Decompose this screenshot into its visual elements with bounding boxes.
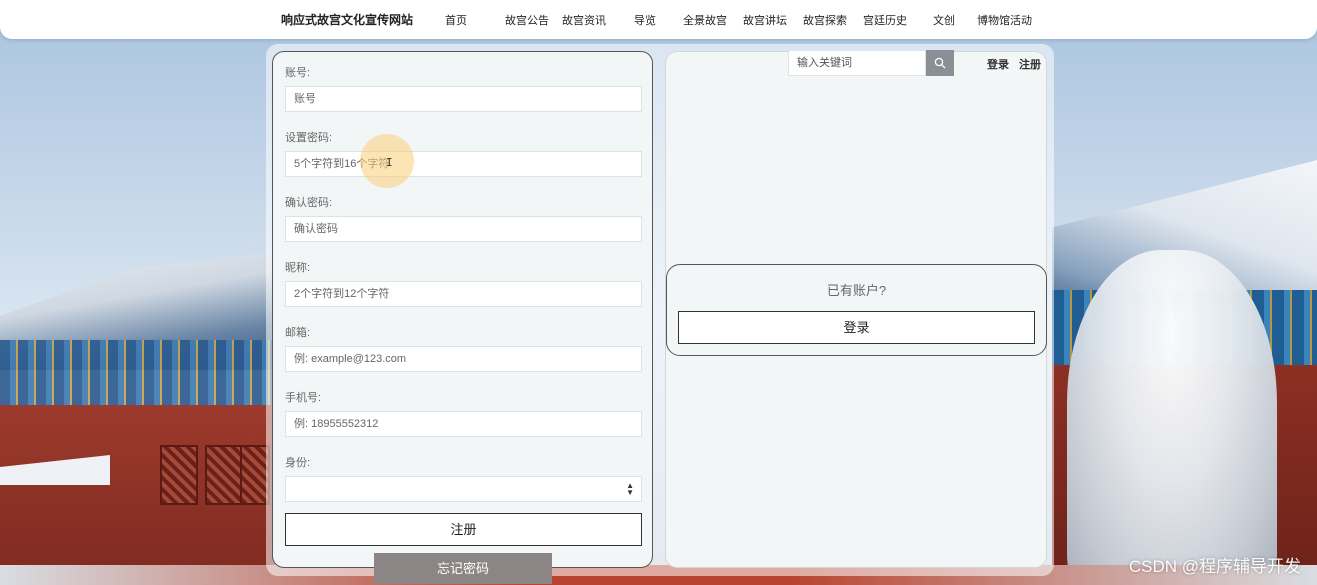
search-bar	[788, 50, 954, 76]
email-input[interactable]	[285, 346, 642, 372]
palace-window	[205, 445, 243, 505]
nav-item-activities[interactable]: 博物馆活动	[977, 12, 1032, 28]
csdn-watermark: CSDN @程序辅导开发	[1128, 557, 1301, 576]
snow-pillar	[1067, 250, 1277, 585]
login-card: 已有账户? 登录	[666, 264, 1047, 356]
nav-item-lectures[interactable]: 故宫讲坛	[743, 12, 787, 28]
top-navbar: 响应式故宫文化宣传网站 首页 故宫公告 故宫资讯 导览 全景故宫 故宫讲坛 故宫…	[0, 0, 1317, 39]
have-account-text: 已有账户?	[826, 283, 887, 298]
top-register-link[interactable]: 注册	[1019, 56, 1041, 72]
nav-item-history[interactable]: 宫廷历史	[863, 12, 907, 28]
password-label: 设置密码:	[285, 132, 333, 144]
confirm-password-label: 确认密码:	[285, 197, 333, 209]
nav-item-guide[interactable]: 导览	[634, 12, 656, 28]
email-label: 邮箱:	[285, 327, 311, 339]
text-cursor-icon: I	[386, 156, 393, 169]
password-input[interactable]	[285, 151, 642, 177]
search-input[interactable]	[788, 50, 926, 76]
nickname-input[interactable]	[285, 281, 642, 307]
nav-menu: 响应式故宫文化宣传网站 首页 故宫公告 故宫资讯 导览 全景故宫 故宫讲坛 故宫…	[281, 11, 1048, 28]
phone-input[interactable]	[285, 411, 642, 437]
account-input[interactable]	[285, 86, 642, 112]
auth-links: 登录 注册	[987, 56, 1041, 72]
register-form: 账号: 设置密码: 确认密码: 昵称: 邮箱: 手机号: 身份: ▲▼ 注册 忘…	[285, 66, 642, 584]
palace-wall-left	[0, 405, 275, 585]
palace-eave-left	[0, 340, 275, 410]
nav-item-explore[interactable]: 故宫探索	[803, 12, 847, 28]
site-title[interactable]: 响应式故宫文化宣传网站	[281, 11, 413, 28]
login-button[interactable]: 登录	[678, 311, 1035, 344]
phone-label: 手机号:	[285, 392, 322, 404]
identity-select[interactable]: ▲ ▼	[285, 476, 642, 502]
nav-item-news[interactable]: 故宫资讯	[562, 12, 606, 28]
confirm-password-input[interactable]	[285, 216, 642, 242]
identity-label: 身份:	[285, 457, 311, 469]
top-login-link[interactable]: 登录	[987, 56, 1009, 72]
nav-item-creative[interactable]: 文创	[933, 12, 955, 28]
nav-item-announcements[interactable]: 故宫公告	[505, 12, 549, 28]
nav-item-home[interactable]: 首页	[445, 12, 467, 28]
register-panel: 账号: 设置密码: 确认密码: 昵称: 邮箱: 手机号: 身份: ▲▼ 注册 忘…	[272, 51, 653, 584]
nav-item-panorama[interactable]: 全景故宫	[683, 12, 727, 28]
palace-window	[160, 445, 198, 505]
account-label: 账号:	[285, 67, 311, 79]
register-button[interactable]: 注册	[285, 513, 642, 546]
forgot-password-button[interactable]: 忘记密码	[374, 553, 552, 584]
select-arrows-icon: ▲ ▼	[626, 481, 634, 497]
nickname-label: 昵称:	[285, 262, 311, 274]
search-button[interactable]	[926, 50, 954, 76]
search-icon	[934, 57, 946, 69]
